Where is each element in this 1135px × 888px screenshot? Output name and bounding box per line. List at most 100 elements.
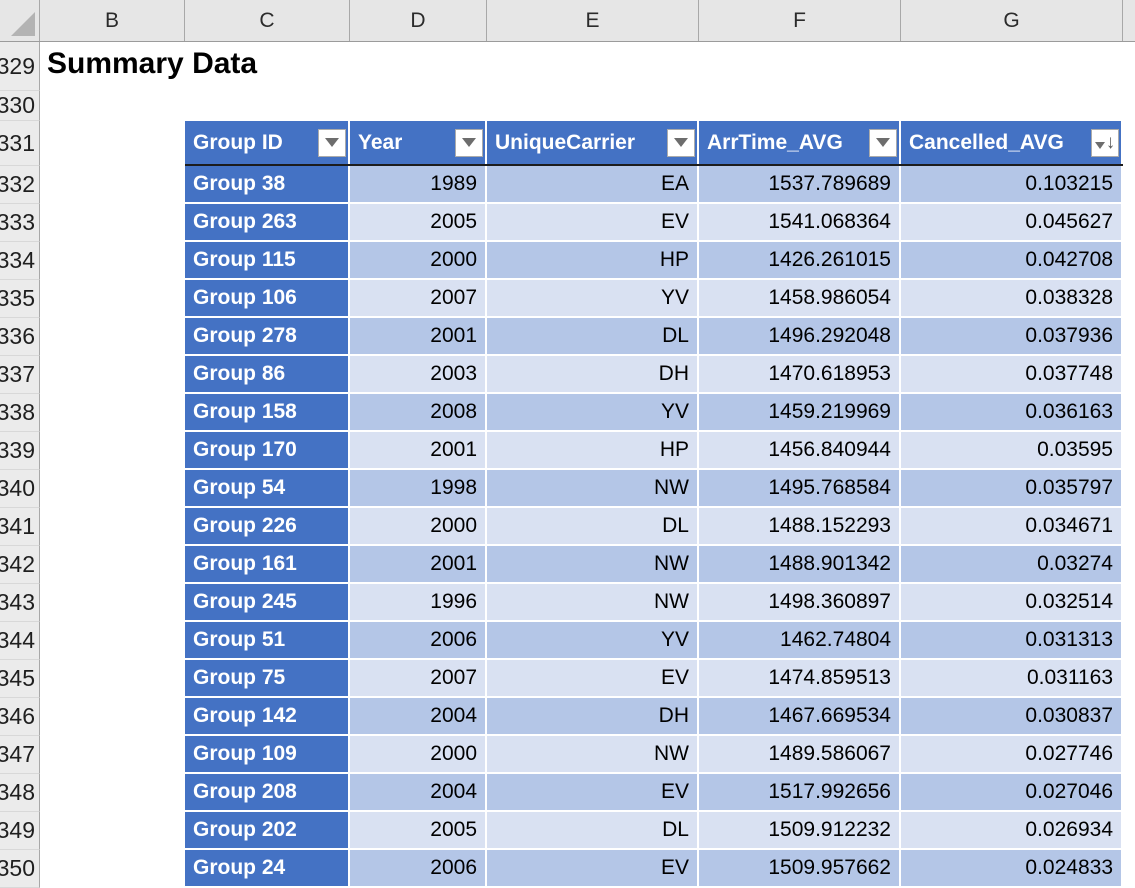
column-header-D[interactable]: D <box>350 0 487 41</box>
row-header-338[interactable]: 338 <box>0 394 40 432</box>
cell[interactable]: 0.024833 <box>901 850 1123 888</box>
cell[interactable]: YV <box>487 622 699 660</box>
cell[interactable]: 1462.74804 <box>699 622 901 660</box>
select-all-button[interactable] <box>0 0 40 41</box>
cell[interactable]: Group 24 <box>185 850 350 888</box>
cell[interactable]: EV <box>487 850 699 888</box>
cell[interactable]: 0.032514 <box>901 584 1123 622</box>
cell[interactable]: 1456.840944 <box>699 432 901 470</box>
cell[interactable]: DL <box>487 508 699 546</box>
cell[interactable]: Group 109 <box>185 736 350 774</box>
cell[interactable]: Group 115 <box>185 242 350 280</box>
cell[interactable]: 2001 <box>350 432 487 470</box>
cell[interactable]: NW <box>487 546 699 584</box>
filter-button[interactable] <box>667 128 695 157</box>
cell[interactable]: DL <box>487 318 699 356</box>
cell[interactable]: 1989 <box>350 166 487 204</box>
table-header-cancelled-avg[interactable]: Cancelled_AVG ↓ <box>901 121 1123 164</box>
cell[interactable]: Group 54 <box>185 470 350 508</box>
column-header-G[interactable]: G <box>901 0 1123 41</box>
cell[interactable]: Group 202 <box>185 812 350 850</box>
cell[interactable]: 1496.292048 <box>699 318 901 356</box>
cell[interactable]: 2000 <box>350 242 487 280</box>
row-header-329[interactable]: 329 <box>0 42 40 91</box>
cell[interactable]: 2003 <box>350 356 487 394</box>
column-header-E[interactable]: E <box>487 0 699 41</box>
cell[interactable]: 2007 <box>350 280 487 318</box>
cell[interactable]: NW <box>487 584 699 622</box>
cell[interactable]: Group 245 <box>185 584 350 622</box>
cell[interactable]: 1998 <box>350 470 487 508</box>
cell[interactable]: EV <box>487 660 699 698</box>
cell[interactable]: 0.031313 <box>901 622 1123 660</box>
cell[interactable]: Group 106 <box>185 280 350 318</box>
cell[interactable]: 1488.152293 <box>699 508 901 546</box>
row-header-335[interactable]: 335 <box>0 280 40 318</box>
row-header-337[interactable]: 337 <box>0 356 40 394</box>
cell[interactable]: 1509.912232 <box>699 812 901 850</box>
cell[interactable]: 1537.789689 <box>699 166 901 204</box>
cell[interactable]: 1474.859513 <box>699 660 901 698</box>
cell[interactable]: 2005 <box>350 812 487 850</box>
cell[interactable]: NW <box>487 736 699 774</box>
row-header-330[interactable]: 330 <box>0 91 40 121</box>
cell[interactable]: YV <box>487 280 699 318</box>
cell[interactable]: 0.027046 <box>901 774 1123 812</box>
cell[interactable]: DL <box>487 812 699 850</box>
row-header-336[interactable]: 336 <box>0 318 40 356</box>
filter-button[interactable] <box>455 128 483 157</box>
cell[interactable]: 1495.768584 <box>699 470 901 508</box>
row-header-334[interactable]: 334 <box>0 242 40 280</box>
cell[interactable]: Group 75 <box>185 660 350 698</box>
cell[interactable]: Group 38 <box>185 166 350 204</box>
cell[interactable]: Group 161 <box>185 546 350 584</box>
table-header-group-id[interactable]: Group ID <box>185 121 350 164</box>
cell[interactable]: 1509.957662 <box>699 850 901 888</box>
cell[interactable]: 2004 <box>350 774 487 812</box>
cell[interactable]: 0.030837 <box>901 698 1123 736</box>
cell[interactable]: Group 51 <box>185 622 350 660</box>
cell[interactable]: 2006 <box>350 850 487 888</box>
column-header-B[interactable]: B <box>40 0 185 41</box>
column-header-F[interactable]: F <box>699 0 901 41</box>
cell[interactable]: Group 263 <box>185 204 350 242</box>
cell[interactable]: HP <box>487 242 699 280</box>
cell[interactable]: 1426.261015 <box>699 242 901 280</box>
cell[interactable]: Group 86 <box>185 356 350 394</box>
cell[interactable]: 1489.586067 <box>699 736 901 774</box>
cell[interactable]: 2006 <box>350 622 487 660</box>
cell[interactable]: 0.035797 <box>901 470 1123 508</box>
cell[interactable]: 0.027746 <box>901 736 1123 774</box>
cell[interactable]: Group 278 <box>185 318 350 356</box>
row-header-333[interactable]: 333 <box>0 204 40 242</box>
row-header-341[interactable]: 341 <box>0 508 40 546</box>
cell[interactable]: 0.03274 <box>901 546 1123 584</box>
cell[interactable]: YV <box>487 394 699 432</box>
cell[interactable]: 0.034671 <box>901 508 1123 546</box>
cell[interactable]: DH <box>487 698 699 736</box>
sheet-title[interactable]: Summary Data <box>47 47 257 81</box>
cell[interactable]: 2001 <box>350 318 487 356</box>
row-header-331[interactable]: 331 <box>0 121 40 166</box>
cell[interactable]: 2001 <box>350 546 487 584</box>
cell[interactable]: 1498.360897 <box>699 584 901 622</box>
cell[interactable]: 1459.219969 <box>699 394 901 432</box>
cell[interactable]: DH <box>487 356 699 394</box>
cell[interactable]: 1541.068364 <box>699 204 901 242</box>
filter-button[interactable] <box>869 128 897 157</box>
row-header-344[interactable]: 344 <box>0 622 40 660</box>
cell[interactable]: Group 158 <box>185 394 350 432</box>
cell[interactable]: 0.045627 <box>901 204 1123 242</box>
cell[interactable]: 0.037936 <box>901 318 1123 356</box>
cell[interactable]: 0.03595 <box>901 432 1123 470</box>
row-header-347[interactable]: 347 <box>0 736 40 774</box>
row-header-340[interactable]: 340 <box>0 470 40 508</box>
column-header-C[interactable]: C <box>185 0 350 41</box>
cell[interactable]: 1996 <box>350 584 487 622</box>
cell[interactable]: 1467.669534 <box>699 698 901 736</box>
cell[interactable]: EV <box>487 204 699 242</box>
cell[interactable]: Group 226 <box>185 508 350 546</box>
cell[interactable]: 2004 <box>350 698 487 736</box>
cell[interactable]: NW <box>487 470 699 508</box>
cell[interactable]: 1470.618953 <box>699 356 901 394</box>
